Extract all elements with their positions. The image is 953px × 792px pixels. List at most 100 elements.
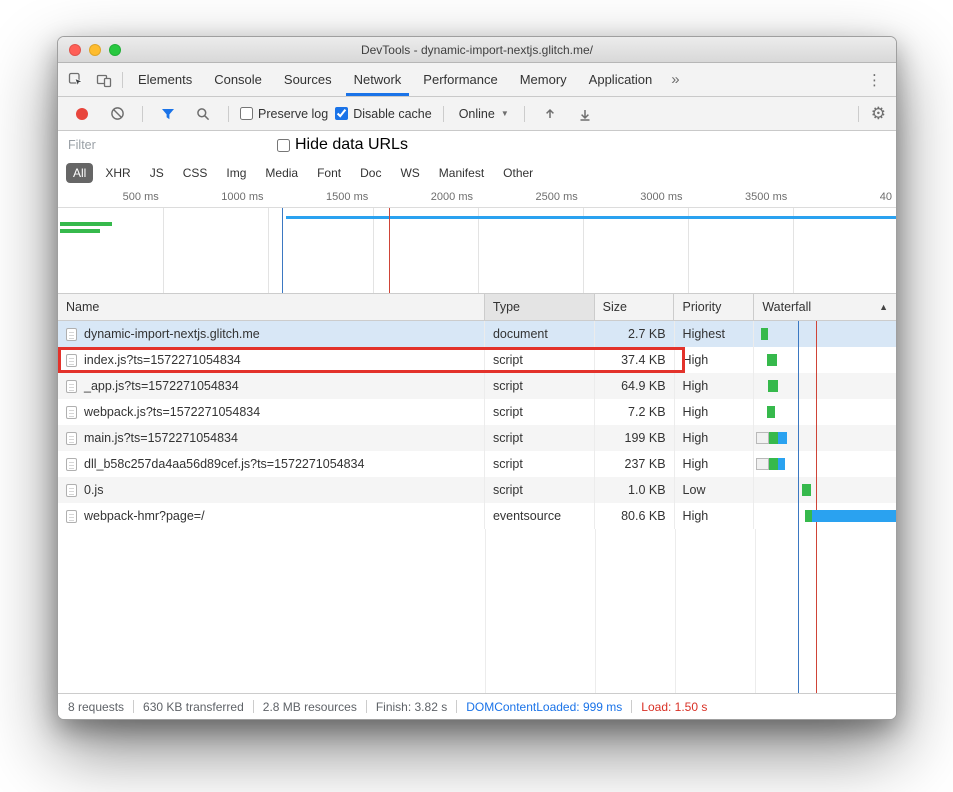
filler-cell: [596, 529, 676, 693]
clear-network-log-button[interactable]: [103, 106, 131, 121]
filter-pill-xhr[interactable]: XHR: [98, 163, 137, 183]
waterfall-bar: [767, 354, 777, 366]
filter-pill-ws[interactable]: WS: [393, 163, 426, 183]
hide-data-urls-checkbox[interactable]: [277, 139, 290, 152]
search-icon: [196, 107, 210, 121]
row-waterfall-cell: [754, 451, 896, 477]
filter-pill-css[interactable]: CSS: [176, 163, 215, 183]
waterfall-bar: [778, 432, 787, 444]
filter-pill-img[interactable]: Img: [219, 163, 253, 183]
request-name: main.js?ts=1572271054834: [84, 431, 238, 445]
row-type-cell: eventsource: [485, 503, 595, 529]
waterfall-bar: [812, 510, 896, 522]
filler-cell: [486, 529, 596, 693]
more-tabs-chevron[interactable]: »: [663, 63, 687, 96]
toolbar-divider: [228, 106, 229, 122]
row-name-cell: 0.js: [58, 477, 485, 503]
waterfall-header-label: Waterfall: [762, 300, 811, 314]
filter-input[interactable]: [58, 138, 263, 152]
toolbar-divider: [122, 72, 123, 88]
transferred-size: 630 KB transferred: [143, 700, 244, 714]
filter-pill-js[interactable]: JS: [143, 163, 171, 183]
record-icon: [76, 108, 88, 120]
tab-elements[interactable]: Elements: [127, 63, 203, 96]
table-row[interactable]: webpack-hmr?page=/eventsource80.6 KBHigh: [58, 503, 896, 529]
table-row[interactable]: dynamic-import-nextjs.glitch.medocument2…: [58, 321, 896, 347]
timeline-overview[interactable]: [58, 208, 896, 294]
tab-performance[interactable]: Performance: [412, 63, 508, 96]
tab-sources[interactable]: Sources: [273, 63, 343, 96]
export-har-button[interactable]: [571, 107, 599, 121]
zoom-window-button[interactable]: [109, 44, 121, 56]
status-divider: [133, 700, 134, 713]
table-row[interactable]: webpack.js?ts=1572271054834script7.2 KBH…: [58, 399, 896, 425]
filter-pill-all[interactable]: All: [66, 163, 93, 183]
disable-cache-label: Disable cache: [353, 107, 432, 121]
filter-pill-manifest[interactable]: Manifest: [432, 163, 491, 183]
panel-tab-strip: ElementsConsoleSourcesNetworkPerformance…: [127, 63, 663, 96]
row-size-cell: 80.6 KB: [595, 503, 675, 529]
column-header-priority[interactable]: Priority: [674, 294, 754, 320]
row-size-cell: 1.0 KB: [595, 477, 675, 503]
finish-time: Finish: 3.82 s: [376, 700, 447, 714]
throttling-value: Online: [459, 107, 495, 121]
throttling-dropdown[interactable]: Online ▼: [455, 107, 513, 121]
row-priority-cell: High: [675, 373, 755, 399]
table-row[interactable]: dll_b58c257da4aa56d89cef.js?ts=157227105…: [58, 451, 896, 477]
ruler-tick-label: 3000 ms: [582, 187, 687, 207]
preserve-log-group: Preserve log: [240, 107, 328, 121]
filter-pill-media[interactable]: Media: [258, 163, 305, 183]
table-row[interactable]: main.js?ts=1572271054834script199 KBHigh: [58, 425, 896, 451]
overview-request-bar: [286, 216, 897, 219]
table-row[interactable]: index.js?ts=1572271054834script37.4 KBHi…: [58, 347, 896, 373]
gear-icon[interactable]: ⚙: [871, 105, 886, 122]
sort-ascending-icon: ▲: [879, 302, 888, 312]
request-name: index.js?ts=1572271054834: [84, 353, 241, 367]
inspect-element-button[interactable]: [62, 63, 90, 96]
devtools-menu-kebab-icon[interactable]: ⋮: [857, 63, 892, 96]
search-button[interactable]: [189, 107, 217, 121]
close-window-button[interactable]: [69, 44, 81, 56]
filter-toggle-button[interactable]: [154, 107, 182, 121]
column-header-size[interactable]: Size: [595, 294, 675, 320]
file-icon: [66, 380, 77, 393]
disable-cache-checkbox[interactable]: [335, 107, 348, 120]
tab-application[interactable]: Application: [578, 63, 664, 96]
ruler-tick-label: 40: [791, 187, 896, 207]
device-toolbar-button[interactable]: [90, 63, 118, 96]
tab-memory[interactable]: Memory: [509, 63, 578, 96]
ruler-tick-label: 1500 ms: [268, 187, 373, 207]
request-name: webpack.js?ts=1572271054834: [84, 405, 260, 419]
record-network-log-button[interactable]: [68, 108, 96, 120]
minimize-window-button[interactable]: [89, 44, 101, 56]
column-header-name[interactable]: Name: [58, 294, 485, 320]
row-priority-cell: High: [675, 503, 755, 529]
filter-pill-doc[interactable]: Doc: [353, 163, 388, 183]
column-header-type[interactable]: Type: [485, 294, 595, 320]
funnel-filter-icon: [161, 107, 175, 121]
row-type-cell: document: [485, 321, 595, 347]
row-waterfall-cell: [754, 425, 896, 451]
table-row[interactable]: _app.js?ts=1572271054834script64.9 KBHig…: [58, 373, 896, 399]
chevron-down-icon: ▼: [501, 109, 509, 118]
preserve-log-checkbox[interactable]: [240, 107, 253, 120]
request-name: dynamic-import-nextjs.glitch.me: [84, 327, 260, 341]
timeline-gridline: [373, 208, 374, 293]
column-header-waterfall[interactable]: Waterfall ▲: [754, 294, 896, 320]
requests-table-body: dynamic-import-nextjs.glitch.medocument2…: [58, 321, 896, 693]
table-row[interactable]: 0.jsscript1.0 KBLow: [58, 477, 896, 503]
tab-console[interactable]: Console: [203, 63, 273, 96]
import-har-button[interactable]: [536, 107, 564, 121]
timeline-gridline: [688, 208, 689, 293]
row-size-cell: 7.2 KB: [595, 399, 675, 425]
devtools-window: DevTools - dynamic-import-nextjs.glitch.…: [57, 36, 897, 720]
waterfall-bar: [756, 458, 769, 470]
table-filler: [58, 529, 896, 693]
requests-count: 8 requests: [68, 700, 124, 714]
row-priority-cell: Highest: [675, 321, 755, 347]
resources-size: 2.8 MB resources: [263, 700, 357, 714]
row-name-cell: index.js?ts=1572271054834: [58, 347, 485, 373]
filter-pill-other[interactable]: Other: [496, 163, 540, 183]
filter-pill-font[interactable]: Font: [310, 163, 348, 183]
tab-network[interactable]: Network: [343, 63, 413, 96]
